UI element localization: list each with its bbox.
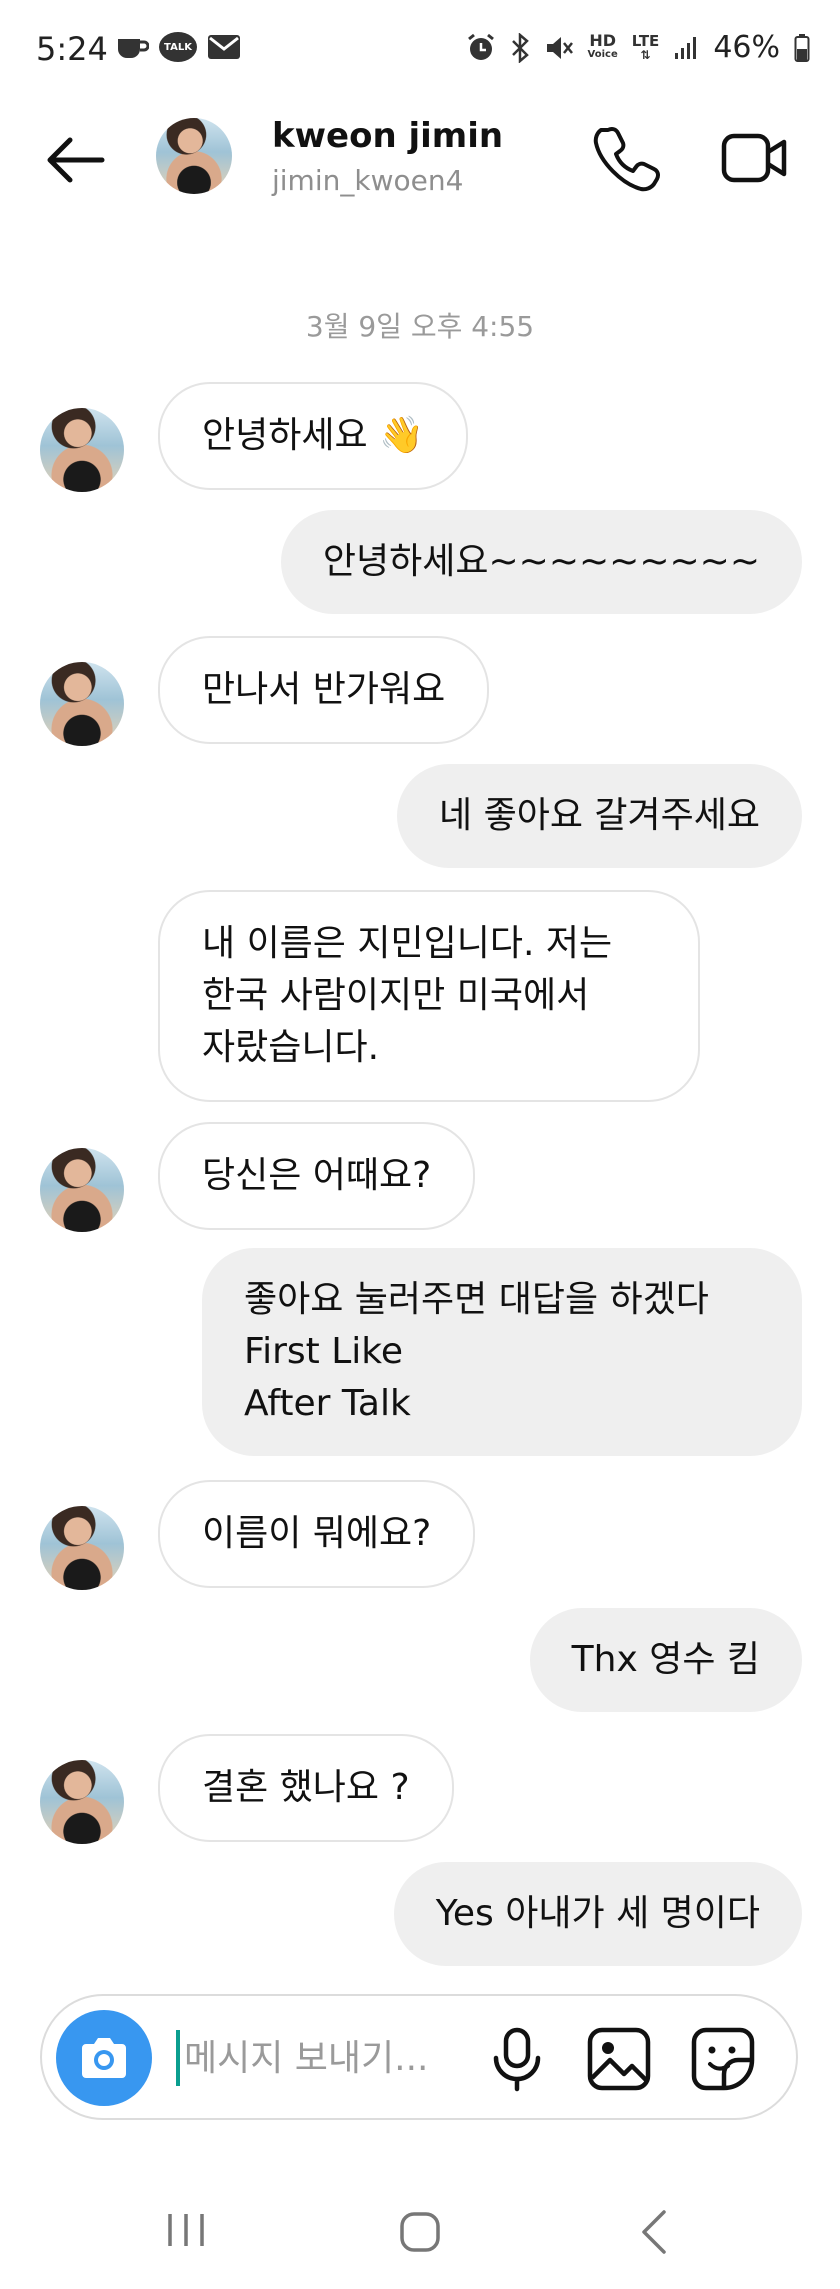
contact-avatar[interactable] <box>156 118 232 194</box>
sender-avatar[interactable] <box>40 1148 124 1232</box>
sticker-icon[interactable] <box>688 2024 758 2094</box>
sender-avatar[interactable] <box>40 1506 124 1590</box>
voice-label: Voice <box>587 48 618 60</box>
lte-arrows: ⇅ <box>640 47 651 62</box>
notification-icons: TALK <box>115 32 241 62</box>
talk-icon: TALK <box>159 32 197 62</box>
camera-button[interactable] <box>56 2010 152 2106</box>
message-bubble-incoming[interactable]: 당신은 어때요? <box>158 1122 476 1230</box>
back-arrow-icon[interactable] <box>40 130 110 190</box>
home-icon[interactable] <box>398 2210 442 2254</box>
hd-voice-icon: HD Voice <box>587 30 618 62</box>
system-icons: HD Voice LTE ⇅ 46% <box>466 30 810 65</box>
lte-icon: LTE ⇅ <box>631 31 660 62</box>
signal-icon <box>675 36 697 59</box>
message-bubble-outgoing[interactable]: Yes 아내가 세 명이다 <box>393 1862 802 1966</box>
message-bubble-incoming[interactable]: 만나서 반가워요 <box>158 636 490 744</box>
message-bubble-outgoing[interactable]: Thx 영수 킴 <box>529 1608 802 1712</box>
status-bar: 5:24 TALK HD Voice LTE ⇅ 46% <box>0 0 840 100</box>
talk-badge-label: TALK <box>164 41 192 53</box>
microphone-icon[interactable] <box>482 2024 552 2094</box>
sender-avatar[interactable] <box>40 408 124 492</box>
status-time: 5:24 <box>36 30 108 68</box>
message-input[interactable] <box>184 2026 484 2090</box>
message-bubble-incoming[interactable]: 결혼 했나요 ? <box>158 1734 454 1842</box>
sender-avatar[interactable] <box>40 1760 124 1844</box>
bluetooth-icon <box>511 32 529 63</box>
mail-icon <box>208 35 240 59</box>
mute-icon <box>546 36 573 59</box>
chat-header: kweon jimin jimin_kwoen4 <box>0 100 840 220</box>
message-bubble-incoming[interactable]: 이름이 뭐에요? <box>158 1480 476 1588</box>
message-bubble-outgoing[interactable]: 네 좋아요 갈겨주세요 <box>397 764 802 868</box>
system-nav-bar <box>0 2180 840 2289</box>
gallery-icon[interactable] <box>584 2024 654 2094</box>
hd-label: HD <box>589 30 616 50</box>
recents-icon[interactable] <box>164 2210 208 2250</box>
contact-name[interactable]: kweon jimin <box>272 116 503 156</box>
cup-icon <box>118 39 149 58</box>
lte-label: LTE <box>631 31 660 50</box>
battery-percent: 46% <box>713 30 780 65</box>
camera-icon <box>82 2038 126 2078</box>
message-composer <box>40 1994 798 2120</box>
video-call-icon[interactable] <box>720 126 790 190</box>
message-bubble-incoming[interactable]: 내 이름은 지민입니다. 저는 한국 사람이지만 미국에서 자랐습니다. <box>158 890 700 1102</box>
nav-back-icon[interactable] <box>636 2208 672 2256</box>
message-bubble-outgoing[interactable]: 안녕하세요~~~~~~~~~ <box>280 510 802 614</box>
alarm-icon <box>467 33 494 60</box>
text-cursor <box>176 2030 180 2086</box>
message-bubble-incoming[interactable]: 안녕하세요 👋 <box>158 382 468 490</box>
phone-icon[interactable] <box>592 122 662 192</box>
message-bubble-outgoing[interactable]: 좋아요 눌러주면 대답을 하겠다 First Like After Talk <box>202 1248 802 1456</box>
chat-timestamp: 3월 9일 오후 4:55 <box>305 310 535 343</box>
contact-username[interactable]: jimin_kwoen4 <box>272 164 463 197</box>
sender-avatar[interactable] <box>40 662 124 746</box>
battery-icon <box>794 33 810 62</box>
